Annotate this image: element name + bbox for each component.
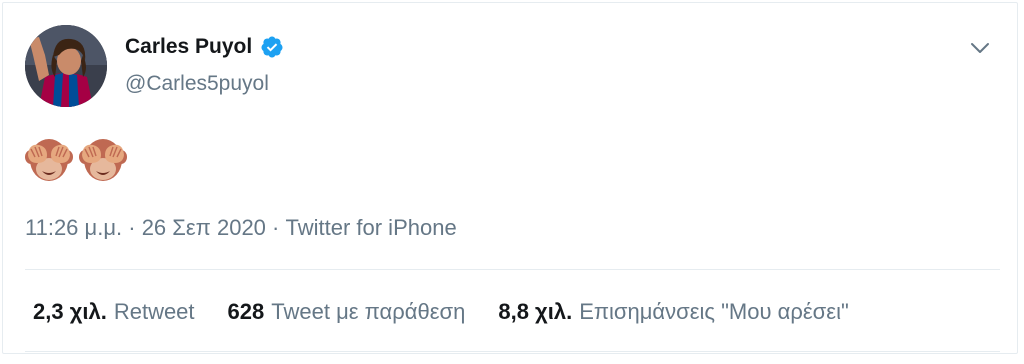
quotes-label: Tweet με παράθεση — [271, 299, 466, 324]
tweet-text — [25, 135, 127, 185]
see-no-evil-monkey-icon — [25, 139, 73, 181]
tweet-stats: 2,3 χιλ. Retweet 628 Tweet με παράθεση 8… — [33, 299, 849, 325]
author-name[interactable]: Carles Puyol — [125, 35, 252, 59]
divider — [25, 269, 1000, 270]
meta-separator: · — [272, 215, 280, 240]
tweet-date[interactable]: 26 Σεπ 2020 — [142, 215, 266, 240]
meta-separator: · — [128, 215, 136, 240]
divider — [25, 351, 1000, 352]
likes-count: 8,8 χιλ. — [498, 299, 573, 324]
tweet-card: Carles Puyol @Carles5puyol 11:26 μ.μ. · … — [2, 2, 1018, 354]
tweet-metadata: 11:26 μ.μ. · 26 Σεπ 2020 · Twitter for i… — [25, 215, 457, 241]
quotes-count: 628 — [227, 299, 265, 324]
quotes-stat[interactable]: 628 Tweet με παράθεση — [228, 299, 466, 325]
likes-stat[interactable]: 8,8 χιλ. Επισημάνσεις "Μου αρέσει" — [498, 299, 848, 325]
author-row: Carles Puyol — [125, 35, 284, 59]
retweets-count: 2,3 χιλ. — [33, 299, 107, 324]
tweet-time[interactable]: 11:26 μ.μ. — [25, 215, 122, 240]
retweets-stat[interactable]: 2,3 χιλ. Retweet — [33, 299, 195, 325]
chevron-down-icon[interactable] — [967, 37, 993, 59]
verified-badge-icon — [261, 36, 283, 58]
likes-label: Επισημάνσεις "Μου αρέσει" — [579, 299, 849, 324]
tweet-source[interactable]: Twitter for iPhone — [286, 215, 457, 240]
avatar-photo — [25, 25, 107, 107]
retweets-label: Retweet — [113, 299, 195, 324]
avatar[interactable] — [25, 25, 107, 107]
author-handle[interactable]: @Carles5puyol — [125, 72, 269, 96]
see-no-evil-monkey-icon — [79, 139, 127, 181]
